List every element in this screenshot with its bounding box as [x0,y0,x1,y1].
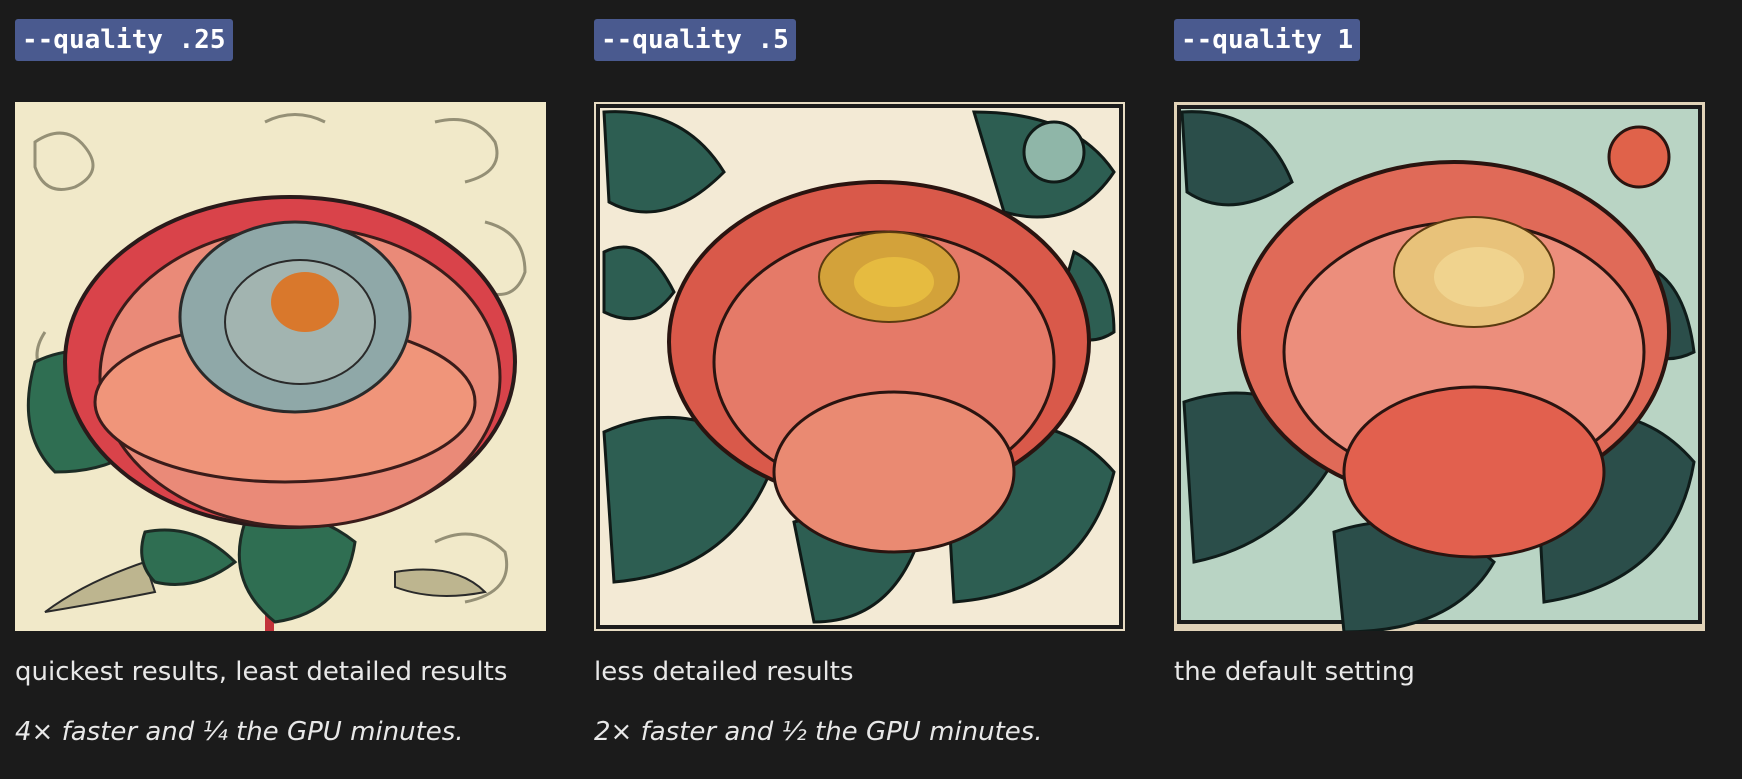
peony-image-quality-1 [1174,102,1705,631]
quality-description-05: less detailed results [594,657,854,687]
quality-tag-1: --quality 1 [1174,19,1361,61]
quality-tag-025: --quality .25 [15,19,233,61]
peony-image-quality-025 [15,102,546,631]
quality-description-1: the default setting [1174,657,1415,687]
quality-comparison-page: --quality .25 quickest results, least de… [0,0,1742,779]
quality-description-025: quickest results, least detailed results [15,657,508,687]
peony-image-quality-05 [594,102,1125,631]
quality-tag-05: --quality .5 [594,19,796,61]
quality-note-05: 2× faster and ½ the GPU minutes. [594,717,1043,747]
quality-note-025: 4× faster and ¼ the GPU minutes. [15,717,464,747]
